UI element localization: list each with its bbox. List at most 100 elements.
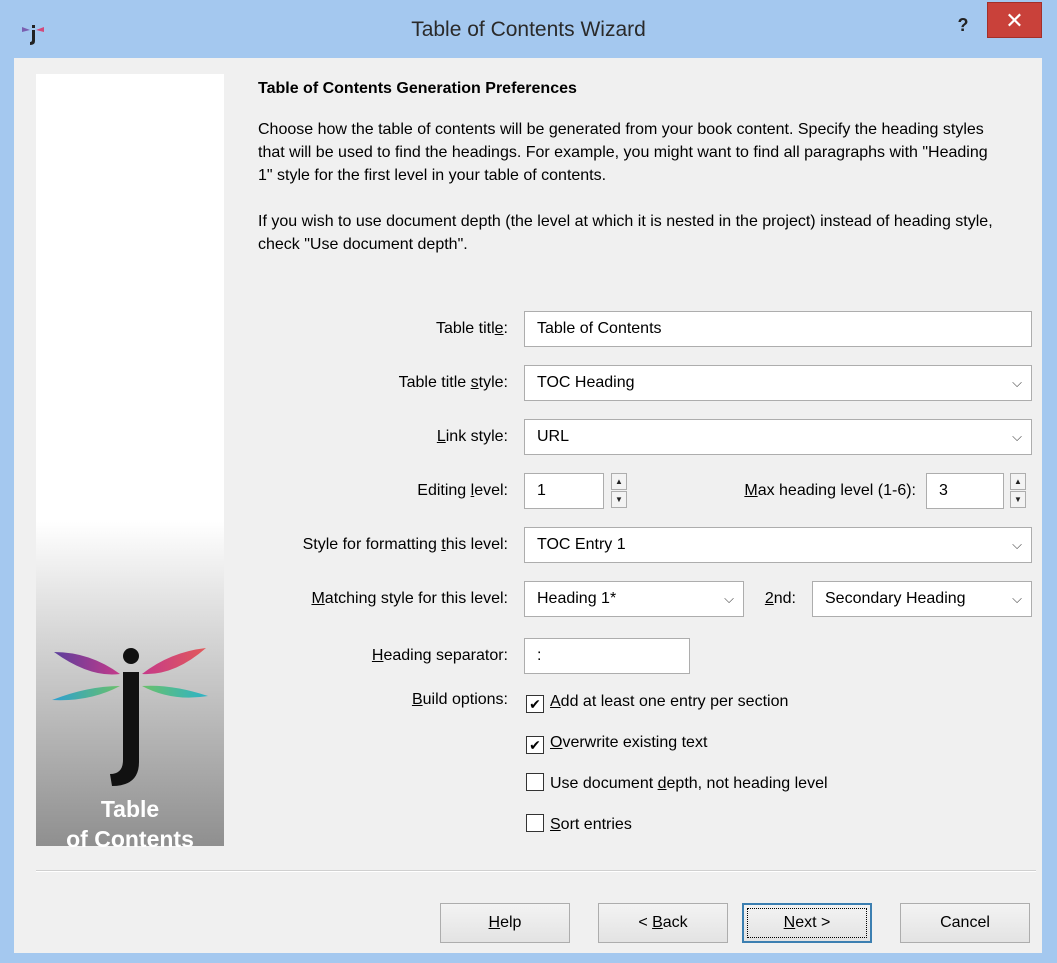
label-accesskey: L — [436, 428, 446, 445]
option-label: ort entries — [560, 816, 632, 833]
label-accesskey: s — [470, 374, 479, 391]
build-options-label: Build options: — [214, 691, 508, 709]
label-text: Editing — [417, 482, 471, 499]
sidebar-caption: Table of Contents — [36, 794, 224, 854]
editing-level-input[interactable]: 1 — [524, 473, 604, 509]
option-label: dd at least one entry per section — [560, 693, 789, 710]
matching-style-select[interactable]: Heading 1* ⌵ — [524, 581, 744, 617]
option-label: Use document — [550, 775, 658, 792]
label-text: eading separator: — [383, 647, 508, 664]
label-text: his level: — [445, 536, 508, 553]
table-title-style-select[interactable]: TOC Heading ⌵ — [524, 365, 1032, 401]
label-accesskey: d — [657, 775, 667, 792]
spin-up-icon[interactable]: ▲ — [611, 473, 627, 490]
label-text: Table title — [398, 374, 471, 391]
label-text: Table titl — [435, 320, 495, 337]
chevron-down-icon[interactable]: ⌵ — [1009, 420, 1025, 454]
style-for-level-select[interactable]: TOC Entry 1 ⌵ — [524, 527, 1032, 563]
focus-ring — [747, 908, 867, 938]
label-accesskey: H — [371, 647, 384, 664]
select-value: TOC Entry 1 — [537, 536, 626, 553]
label-accesskey: M — [311, 590, 325, 607]
chevron-down-icon[interactable]: ⌵ — [1009, 582, 1025, 616]
close-button[interactable]: ✕ — [987, 2, 1042, 38]
second-style-label: 2nd: — [750, 590, 796, 608]
checkbox[interactable]: ✔ — [526, 736, 544, 754]
label-text: evel: — [474, 482, 508, 499]
editing-level-label: Editing level: — [314, 482, 508, 500]
label-accesskey: M — [744, 482, 758, 499]
checkbox[interactable] — [526, 773, 544, 791]
label-accesskey: 2 — [764, 590, 774, 607]
table-title-style-label: Table title style: — [314, 374, 508, 392]
link-style-label: Link style: — [314, 428, 508, 446]
style-for-level-label: Style for formatting this level: — [214, 536, 508, 554]
option-sort-entries[interactable]: Sort entries — [526, 813, 632, 837]
description-paragraph: Choose how the table of contents will be… — [258, 121, 988, 184]
spin-down-icon[interactable]: ▼ — [1010, 491, 1026, 508]
max-heading-level-label: Max heading level (1-6): — [694, 482, 916, 500]
option-use-document-depth[interactable]: Use document depth, not heading level — [526, 772, 828, 796]
label-text: atching style for this level: — [324, 590, 508, 607]
chevron-down-icon[interactable]: ⌵ — [721, 582, 737, 616]
page-heading: Table of Contents Generation Preferences — [258, 80, 577, 97]
select-value: URL — [537, 428, 570, 445]
label-text: : — [503, 320, 508, 337]
label-accesskey: e — [494, 320, 504, 337]
button-label: elp — [500, 914, 522, 931]
option-label: epth, not heading level — [666, 775, 828, 792]
max-heading-level-spinner[interactable]: ▲ ▼ — [1010, 473, 1026, 509]
divider — [36, 870, 1036, 872]
chevron-down-icon[interactable]: ⌵ — [1009, 528, 1025, 562]
title-bar: Table of Contents Wizard ? ✕ — [0, 0, 1057, 64]
cancel-button[interactable]: Cancel — [900, 903, 1030, 943]
help-icon[interactable]: ? — [948, 10, 978, 40]
button-label: ack — [662, 914, 688, 931]
window-title: Table of Contents Wizard — [411, 18, 646, 41]
label-accesskey: A — [550, 693, 561, 710]
table-title-label: Table title: — [314, 320, 508, 338]
label-accesskey: B — [411, 691, 423, 708]
label-text: tyle: — [478, 374, 508, 391]
label-accesskey: O — [550, 734, 563, 751]
dragonfly-logo-icon — [52, 648, 208, 786]
option-overwrite-existing-text[interactable]: ✔ Overwrite existing text — [526, 731, 707, 755]
link-style-select[interactable]: URL ⌵ — [524, 419, 1032, 455]
option-add-entry-per-section[interactable]: ✔ Add at least one entry per section — [526, 690, 788, 714]
sidebar-caption-line1: Table — [100, 796, 160, 822]
table-title-input[interactable]: Table of Contents — [524, 311, 1032, 347]
label-accesskey: S — [550, 816, 561, 833]
select-value: TOC Heading — [537, 374, 635, 391]
next-button[interactable]: Next > — [742, 903, 872, 943]
page-description: Choose how the table of contents will be… — [258, 118, 998, 279]
max-heading-level-input[interactable]: 3 — [926, 473, 1004, 509]
help-button[interactable]: Help — [440, 903, 570, 943]
second-style-select[interactable]: Secondary Heading ⌵ — [812, 581, 1032, 617]
label-text: Style for formatting — [302, 536, 442, 553]
dialog-window: Table of Contents Wizard ? ✕ Table of Co… — [0, 0, 1057, 963]
heading-separator-input[interactable]: : — [524, 638, 690, 674]
button-accesskey: B — [652, 914, 663, 931]
option-label: verwrite existing text — [562, 734, 708, 751]
description-paragraph: If you wish to use document depth (the l… — [258, 213, 993, 253]
spin-up-icon[interactable]: ▲ — [1010, 473, 1026, 490]
button-accesskey: H — [488, 914, 501, 931]
back-button[interactable]: < Back — [598, 903, 728, 943]
select-value: Secondary Heading — [825, 590, 966, 607]
editing-level-spinner[interactable]: ▲ ▼ — [611, 473, 627, 509]
button-label: < — [638, 914, 653, 931]
chevron-down-icon[interactable]: ⌵ — [1009, 366, 1025, 400]
label-text: nd: — [773, 590, 796, 607]
matching-style-label: Matching style for this level: — [214, 590, 508, 608]
dialog-client: Table of Contents Table of Contents Gene… — [14, 58, 1042, 953]
wizard-sidebar: Table of Contents — [36, 74, 224, 852]
spin-down-icon[interactable]: ▼ — [611, 491, 627, 508]
checkbox[interactable] — [526, 814, 544, 832]
label-text: ax heading level (1-6): — [757, 482, 916, 499]
heading-separator-label: Heading separator: — [214, 647, 508, 665]
select-value: Heading 1* — [537, 590, 617, 607]
label-text: ink style: — [445, 428, 508, 445]
label-text: uild options: — [422, 691, 508, 708]
sidebar-caption-line2: of Contents — [66, 826, 194, 852]
checkbox[interactable]: ✔ — [526, 695, 544, 713]
